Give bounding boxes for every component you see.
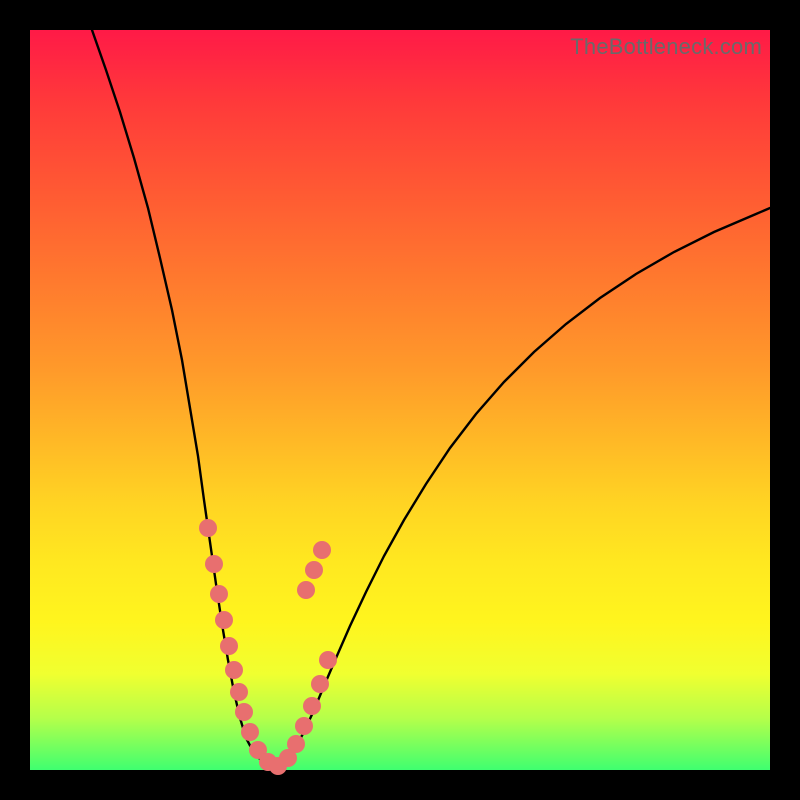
data-dot [311, 675, 329, 693]
data-dot [295, 717, 313, 735]
data-dot [313, 541, 331, 559]
data-dot [241, 723, 259, 741]
data-dot [305, 561, 323, 579]
data-dot [319, 651, 337, 669]
data-dot [205, 555, 223, 573]
data-dot [303, 697, 321, 715]
data-dot [225, 661, 243, 679]
data-dot [287, 735, 305, 753]
left-branch [92, 30, 274, 768]
plot-area: TheBottleneck.com [30, 30, 770, 770]
data-dots [199, 519, 337, 775]
data-dot [230, 683, 248, 701]
data-dot [210, 585, 228, 603]
data-dot [297, 581, 315, 599]
data-dot [215, 611, 233, 629]
data-dot [235, 703, 253, 721]
chart-frame: TheBottleneck.com [0, 0, 800, 800]
data-dot [199, 519, 217, 537]
data-dot [220, 637, 238, 655]
right-branch [274, 208, 770, 768]
curve-layer [30, 30, 770, 770]
